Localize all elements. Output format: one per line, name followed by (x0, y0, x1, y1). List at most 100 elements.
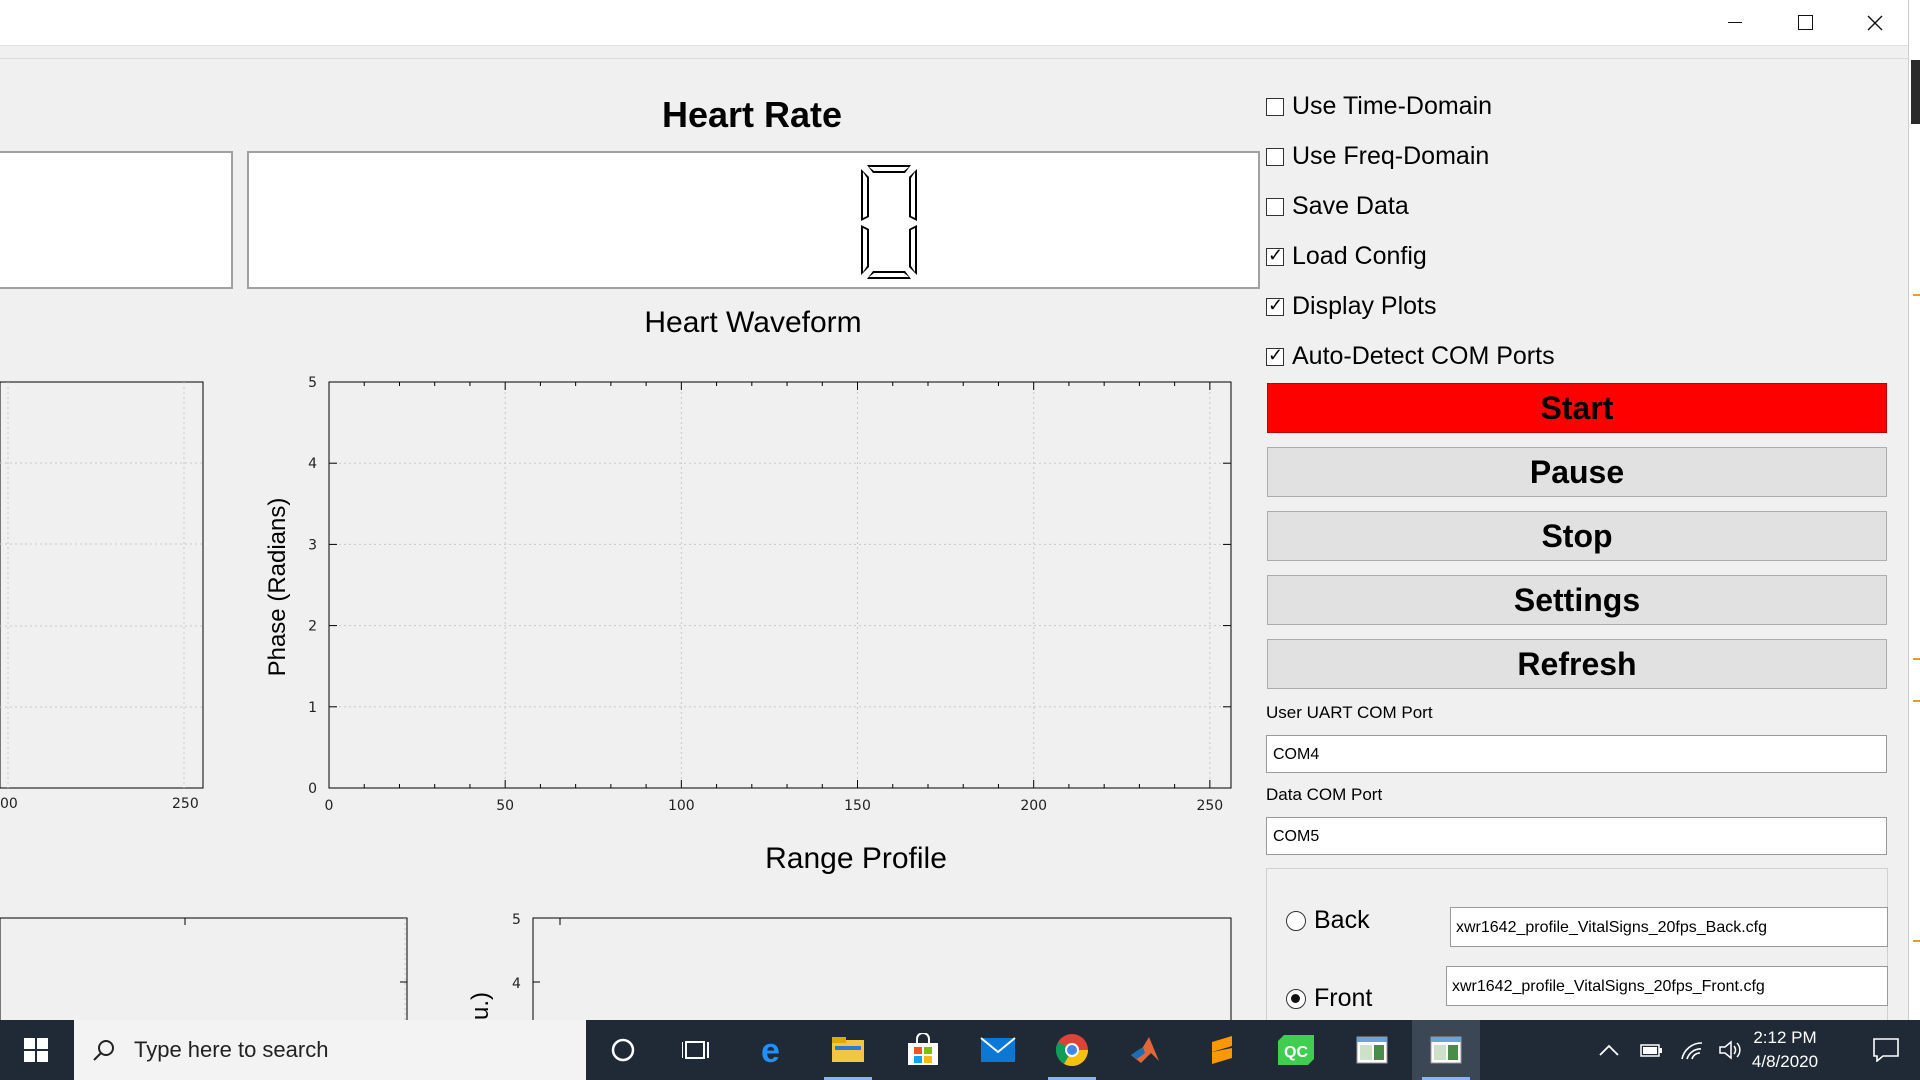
range-ytick: 4 (512, 976, 521, 992)
start-menu-button[interactable] (0, 1020, 72, 1080)
sublime-icon (1212, 1036, 1232, 1064)
option-label: Save Data (1292, 192, 1409, 220)
option-checkbox-row[interactable]: Save Data (1266, 192, 1409, 221)
front-radio-label: Front (1314, 984, 1373, 1012)
maximize-icon (1797, 15, 1813, 30)
y-tick-label: 4 (308, 456, 317, 472)
back-radio-button[interactable] (1286, 910, 1306, 931)
close-button[interactable] (1840, 0, 1910, 45)
taskbar-clock[interactable]: 2:12 PM 4/8/2020 (1740, 1026, 1830, 1074)
checkbox-checked[interactable] (1266, 295, 1284, 316)
matlab-button[interactable] (1112, 1020, 1180, 1080)
network-icon[interactable] (1680, 1039, 1704, 1061)
edge-button[interactable]: e (740, 1020, 808, 1080)
left-plot-xtick: 00 (0, 796, 18, 812)
edge-icon: e (761, 1034, 780, 1066)
uart-port-field[interactable]: COM4 (1266, 735, 1887, 773)
x-tick-label: 0 (325, 798, 334, 814)
minimize-icon (1728, 22, 1742, 23)
x-tick-label: 50 (496, 798, 514, 814)
checkbox-checked[interactable] (1266, 245, 1284, 266)
mail-icon (980, 1037, 1016, 1062)
option-checkbox-row[interactable]: Use Time-Domain (1266, 92, 1492, 121)
minimize-button[interactable] (1700, 0, 1770, 45)
notifications-button[interactable] (1852, 1020, 1920, 1080)
option-checkbox-row[interactable]: Use Freq-Domain (1266, 142, 1489, 171)
x-tick-label: 100 (668, 798, 695, 814)
title-bar (0, 0, 1908, 46)
front-config-field[interactable]: xwr1642_profile_VitalSigns_20fps_Front.c… (1446, 966, 1888, 1006)
checkbox-checked[interactable] (1266, 345, 1284, 366)
left-partial-plot: 00 250 (0, 381, 204, 812)
x-tick-label: 200 (1020, 798, 1047, 814)
task-view-icon (682, 1041, 709, 1059)
volume-icon[interactable] (1718, 1039, 1742, 1061)
chevron-up-icon[interactable] (1598, 1043, 1620, 1057)
windows-icon (24, 1038, 48, 1062)
file-explorer-icon (832, 1037, 864, 1062)
checkbox-unchecked[interactable] (1266, 147, 1284, 166)
store-icon (908, 1033, 938, 1065)
checkbox-unchecked[interactable] (1266, 197, 1284, 216)
x-tick-label: 150 (844, 798, 871, 814)
x-tick-label: 250 (1196, 798, 1223, 814)
active-app-window-icon (1430, 1036, 1462, 1064)
settings-button[interactable]: Settings (1267, 575, 1887, 625)
active-app-window-button[interactable] (1412, 1020, 1480, 1080)
data-port-field[interactable]: COM5 (1266, 817, 1887, 855)
battery-icon[interactable] (1640, 1042, 1664, 1058)
refresh-button[interactable]: Refresh (1267, 639, 1887, 689)
clock-date: 4/8/2020 (1751, 1052, 1819, 1071)
store-button[interactable] (889, 1020, 957, 1080)
back-config-field[interactable]: xwr1642_profile_VitalSigns_20fps_Back.cf… (1450, 907, 1888, 947)
heart-rate-display (247, 151, 1260, 289)
range-left-plot (0, 917, 408, 1020)
system-tray (1598, 1020, 1742, 1080)
back-radio-label: Back (1314, 906, 1370, 934)
option-checkbox-row[interactable]: Load Config (1266, 242, 1427, 271)
qt-creator-icon: QC (1278, 1035, 1314, 1065)
option-label: Display Plots (1292, 292, 1437, 320)
sublime-button[interactable] (1188, 1020, 1256, 1080)
notification-icon (1873, 1038, 1899, 1062)
heart-waveform-axes: 0 50 100 150 200 250 0 1 2 3 4 5 (308, 375, 1232, 814)
maximize-button[interactable] (1770, 0, 1840, 45)
mail-button[interactable] (964, 1020, 1032, 1080)
option-label: Auto-Detect COM Ports (1292, 342, 1555, 370)
range-right-plot (532, 917, 1232, 1020)
chrome-button[interactable] (1038, 1020, 1106, 1080)
separator (0, 58, 1908, 59)
heart-waveform-title: Heart Waveform (644, 306, 862, 339)
back-radio[interactable]: Back (1286, 906, 1370, 935)
start-button[interactable]: Start (1267, 383, 1887, 433)
breath-rate-display (0, 151, 233, 289)
range-profile-title: Range Profile (765, 842, 947, 875)
y-tick-label: 1 (308, 700, 317, 716)
option-label: Use Time-Domain (1292, 92, 1493, 120)
matlab-icon (1131, 1037, 1159, 1063)
option-checkbox-row[interactable]: Auto-Detect COM Ports (1266, 342, 1555, 371)
y-tick-label: 2 (308, 619, 317, 635)
stop-button[interactable]: Stop (1267, 511, 1887, 561)
uart-port-label: User UART COM Port (1266, 703, 1433, 722)
front-radio-button[interactable] (1286, 988, 1306, 1009)
front-radio[interactable]: Front (1286, 984, 1372, 1013)
range-ytick: 5 (512, 912, 521, 928)
taskbar-search[interactable]: Type here to search (74, 1020, 586, 1080)
task-view-button[interactable] (662, 1020, 730, 1080)
app-window-button[interactable] (1338, 1020, 1406, 1080)
option-checkbox-row[interactable]: Display Plots (1266, 292, 1437, 321)
option-label: Use Freq-Domain (1292, 142, 1490, 170)
range-profile-plot: 5 4 u.) (0, 912, 1232, 1020)
checkbox-unchecked[interactable] (1266, 97, 1284, 116)
close-icon (1867, 15, 1883, 30)
y-tick-label: 5 (308, 375, 317, 391)
qt-creator-button[interactable]: QC (1262, 1020, 1330, 1080)
heart-rate-digit (861, 165, 917, 279)
file-explorer-button[interactable] (814, 1020, 882, 1080)
y-tick-label: 0 (308, 781, 317, 797)
heart-waveform-plot: 00 250 0 50 100 150 200 250 0 1 2 3 4 5 (0, 375, 1232, 814)
pause-button[interactable]: Pause (1267, 447, 1887, 497)
cortana-button[interactable] (589, 1020, 657, 1080)
cortana-icon (611, 1038, 635, 1062)
